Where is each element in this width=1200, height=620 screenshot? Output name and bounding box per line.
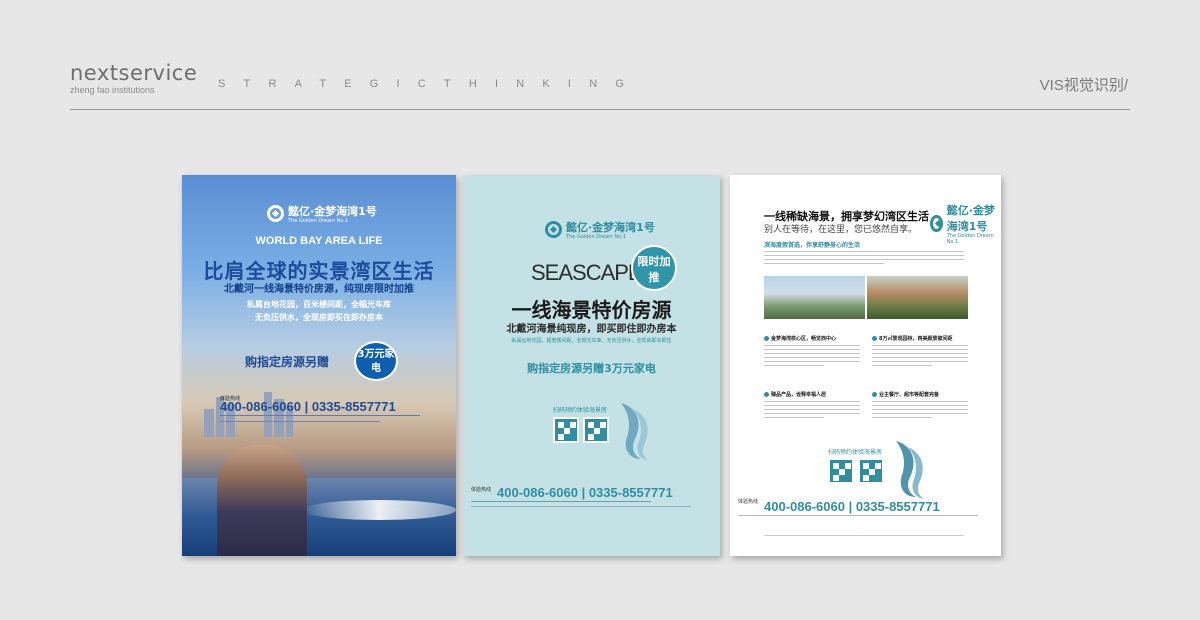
family-photo	[217, 445, 307, 556]
poster2-hotline-label: 体验热线	[471, 487, 492, 493]
qr-code-icon	[828, 458, 854, 484]
body-text-lines	[764, 251, 964, 267]
fine-print-line	[471, 506, 691, 507]
brand-subtitle: zheng fao institutions	[70, 85, 155, 95]
poster3-column-title: 臻品产品，诠释幸福人居	[764, 391, 826, 398]
poster2-seascape: SEASCAPE	[531, 260, 643, 285]
poster1-subline: 北戴河一线海景特价房源，纯现房限时加推	[224, 284, 414, 295]
brand-block: nextservice zheng fao institutions	[70, 62, 197, 95]
poster1-hotline: 400-086-6060 | 0335-8557771	[220, 399, 396, 414]
poster2-headline: 一线海景特价房源	[511, 298, 672, 322]
poster3-hotline-label: 体验热线	[738, 499, 759, 505]
fine-print-line	[471, 501, 651, 502]
poster-light-teal: 懿亿·金梦海湾1号 The Golden Dream No.1 SEASCAPE …	[463, 175, 720, 556]
header-divider	[70, 109, 1130, 110]
building-photo	[764, 276, 865, 319]
poster3-scan-text: 扫码预约体验海景房	[828, 449, 883, 456]
poster1-bullet-2: 无负压供水，全现房即买住即办房本	[255, 313, 383, 322]
poster2-logo-en: The Golden Dream No.1	[566, 234, 627, 240]
tagline: STRATEGICTHINKING	[218, 78, 643, 90]
fine-print-line	[220, 415, 420, 419]
poster1-logo-en: The Golden Dream No.1	[288, 218, 349, 224]
brand-name: nextservice	[70, 61, 198, 85]
logo-icon	[545, 221, 562, 238]
poster2-features: 私属台地花园，超宽楼间距，全阳光车库，无负压供水，全现房即买即住	[511, 338, 672, 344]
poster1-bullet-1: 私属台地花园，百米楼间距，全幅光车库	[247, 300, 391, 309]
fine-print-line	[220, 421, 380, 422]
poster3-logo: 懿亿·金梦海湾1号 The Golden Dream No.1	[930, 202, 1001, 245]
logo-icon	[930, 215, 943, 232]
poster3-column-title: 金梦海湾核心区，畅览西中心	[764, 335, 836, 342]
poster-blue-sky: 懿亿·金梦海湾1号 The Golden Dream No.1 WORLD BAY…	[182, 175, 456, 556]
poster3-hotline: 400-086-6060 | 0335-8557771	[764, 499, 940, 514]
logo-icon	[267, 205, 284, 222]
body-text-lines	[872, 345, 968, 369]
poster1-logo: 懿亿·金梦海湾1号 The Golden Dream No.1	[267, 203, 377, 224]
poster2-subline: 北戴河海景纯现房，即买即住即办房本	[506, 324, 677, 335]
qr-code-icon	[553, 417, 579, 443]
poster2-logo-text: 懿亿·金梦海湾1号	[566, 221, 655, 234]
garden-photo	[867, 276, 968, 319]
poster2-hotline: 400-086-6060 | 0335-8557771	[497, 485, 673, 500]
poster1-gift-badge: 3万元家电	[354, 341, 398, 381]
poster-white-brochure: 一线稀缺海景，拥享梦幻湾区生活 别人在等待，在这里，您已悠然自享。 懿亿·金梦海…	[730, 175, 1001, 556]
poster3-logo-text: 懿亿·金梦海湾1号	[946, 204, 995, 233]
fine-print-line	[738, 515, 978, 516]
poster3-section-heading: 滨海度假首选，伴享舒静身心的生活	[764, 242, 861, 249]
wave-image	[302, 500, 456, 520]
poster1-eyebrow: WORLD BAY AREA LIFE	[255, 235, 383, 247]
body-text-lines	[872, 401, 968, 421]
body-text-lines	[764, 401, 860, 421]
qr-code-icon	[583, 417, 609, 443]
qr-code-icon	[858, 458, 884, 484]
poster2-scan-text: 扫码预约体验海景房	[553, 407, 608, 414]
dolphin-icon	[896, 441, 924, 499]
poster1-logo-text: 懿亿·金梦海湾1号	[288, 205, 377, 218]
body-text-lines	[764, 345, 860, 369]
poster1-offer: 购指定房源另赠	[245, 355, 330, 369]
poster3-column-title: 业主餐厅、超市等配套完备	[872, 391, 939, 398]
dolphin-icon	[621, 403, 649, 461]
poster3-logo-en: The Golden Dream No.1	[946, 233, 994, 245]
poster3-column-title: 8万㎡景观园林，西美颜景被间距	[872, 335, 952, 342]
poster3-subtitle: 别人在等待，在这里，您已悠然自享。	[764, 225, 918, 235]
section-title: VIS视觉识别/	[1039, 77, 1128, 94]
poster2-offer: 购指定房源另赠3万元家电	[527, 362, 656, 375]
poster2-limited-badge: 限时加推	[631, 245, 677, 291]
poster2-logo: 懿亿·金梦海湾1号 The Golden Dream No.1	[545, 219, 655, 240]
fine-print-line	[764, 535, 964, 536]
